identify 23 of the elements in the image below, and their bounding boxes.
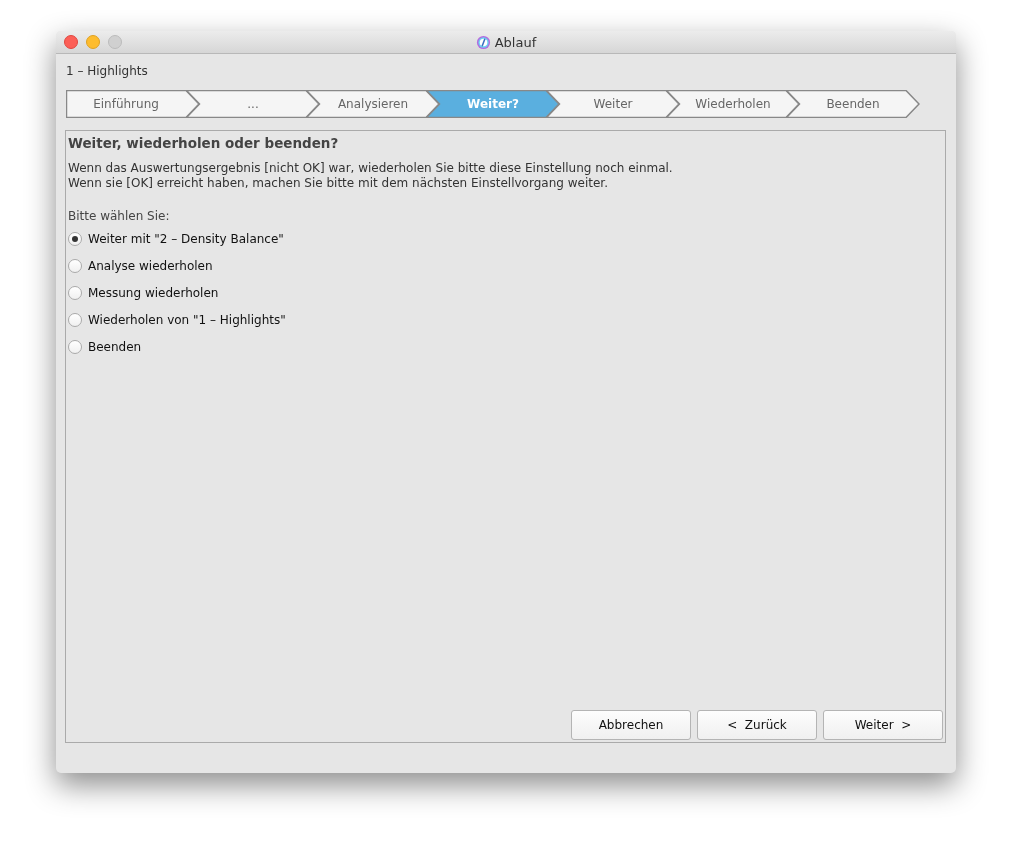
radio-button[interactable] [68,339,82,354]
dialog-button[interactable]: Abbrechen [571,710,691,740]
app-icon [475,34,491,50]
dialog-button[interactable]: < Zurück [697,710,817,740]
minimize-button[interactable] [86,35,100,49]
description-text: Wenn sie [OK] erreicht haben, machen Sie bitte mit dem nächsten Einstellvorgang weiter. [68,176,609,191]
panel-heading: Weiter, wiederholen oder beenden? [68,135,340,151]
option-label[interactable]: Weiter mit "2 – Density Balance" [88,231,284,246]
radio-button[interactable] [68,258,82,273]
close-button[interactable] [64,35,78,49]
radio-button[interactable] [68,312,82,327]
zoom-button[interactable] [108,35,122,49]
description-text: Wenn das Auswertungsergebnis [nicht OK] war, wiederholen Sie bitte diese Einstellung noch einmal. [68,161,674,176]
option-label[interactable]: Beenden [88,339,142,354]
option-label[interactable]: Messung wiederholen [88,285,219,300]
prompt-label: Bitte wählen Sie: [68,209,171,223]
radio-button[interactable] [68,231,82,246]
option-label[interactable]: Analyse wiederholen [88,258,213,273]
window-title: Ablauf [494,34,537,50]
option-label[interactable]: Wiederholen von "1 – Highlights" [88,312,286,327]
step-title: 1 – Highlights [65,63,149,80]
dialog-button[interactable]: Weiter > [823,710,943,740]
radio-button[interactable] [68,285,82,300]
